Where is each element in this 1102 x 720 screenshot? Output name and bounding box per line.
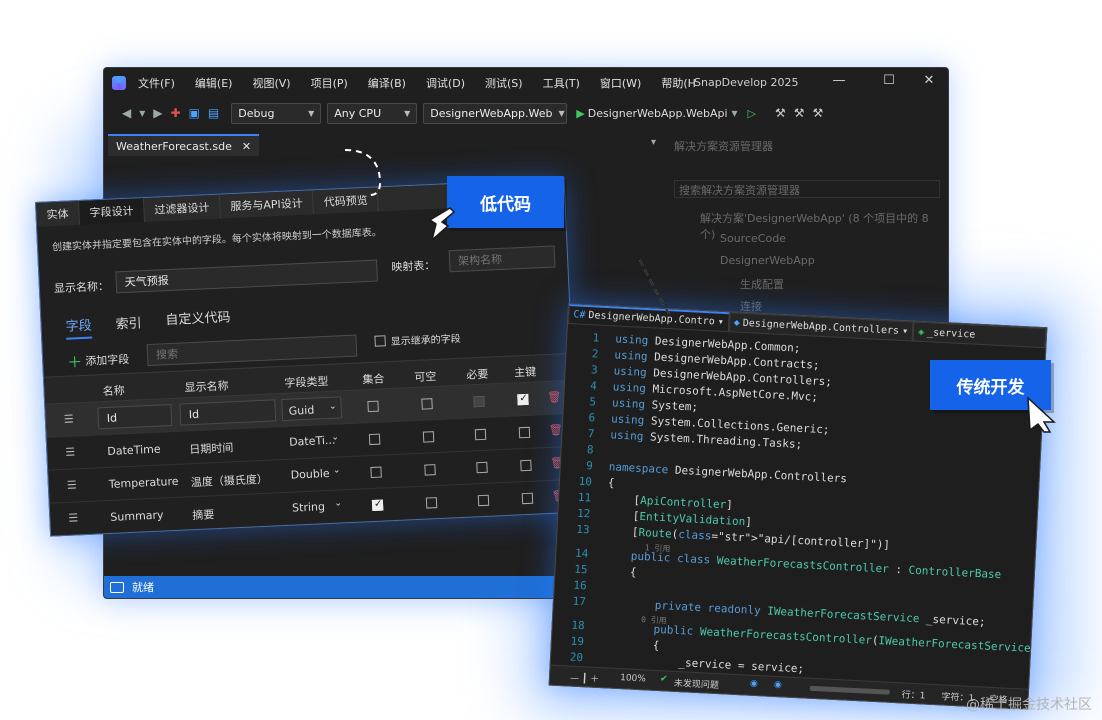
dashed-connector [344, 149, 382, 196]
screenshot-stage: 文件(F) 编辑(E) 视图(V) 项目(P) 编译(B) 调试(D) 测试(S… [0, 0, 1102, 720]
cursor-shape [1027, 396, 1056, 433]
lowcode-badge: 低代码 [447, 176, 564, 228]
watermark: @稀土掘金技术社区 [966, 697, 1092, 713]
dashed-connector [639, 259, 671, 316]
dashed-connector [639, 259, 671, 316]
cursor-hand-icon [428, 207, 456, 243]
cursor-hand-icon [1027, 396, 1056, 433]
cursor-shape [428, 207, 456, 243]
